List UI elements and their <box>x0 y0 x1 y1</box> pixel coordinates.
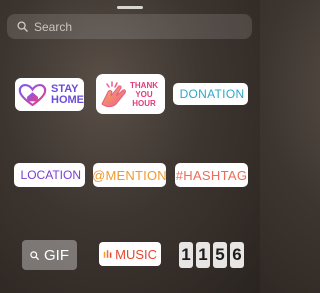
mention-label: @MENTION <box>92 167 167 183</box>
clapping-hands-icon <box>101 81 126 108</box>
stay-home-sticker[interactable]: STAY HOME <box>15 78 84 111</box>
gif-label: GIF <box>44 246 69 264</box>
heart-house-icon <box>18 83 47 106</box>
thank-you-hour-label: THANK YOU HOUR <box>130 80 158 108</box>
gif-sticker[interactable]: GIF <box>22 240 77 270</box>
clock-digit: 6 <box>230 242 244 268</box>
clock-digit: 5 <box>213 242 227 268</box>
thank-you-hour-sticker[interactable]: THANK YOU HOUR <box>96 74 165 114</box>
stay-home-label: STAY HOME <box>51 82 84 106</box>
search-placeholder: Search <box>34 19 73 34</box>
sheet-drag-handle[interactable] <box>117 6 143 9</box>
donation-label: DONATION <box>179 87 245 101</box>
music-sticker[interactable]: MUSIC <box>99 242 161 266</box>
location-sticker[interactable]: LOCATION <box>14 163 85 187</box>
location-label: LOCATION <box>20 168 81 182</box>
hashtag-label: #HASHTAG <box>175 167 248 183</box>
clock-sticker[interactable]: 1 1 5 6 <box>178 242 245 268</box>
clock-digit: 1 <box>179 242 193 268</box>
music-label: MUSIC <box>115 246 157 262</box>
location-pin-icon <box>18 174 19 176</box>
search-bar[interactable]: Search <box>7 14 252 39</box>
hashtag-sticker[interactable]: #HASHTAG <box>175 163 248 187</box>
search-icon <box>17 21 28 32</box>
clock-digit: 1 <box>196 242 210 268</box>
donation-sticker[interactable]: DONATION <box>173 83 248 105</box>
audio-bars-icon <box>103 250 112 258</box>
search-icon <box>30 250 39 260</box>
mention-sticker[interactable]: @MENTION <box>92 163 167 187</box>
